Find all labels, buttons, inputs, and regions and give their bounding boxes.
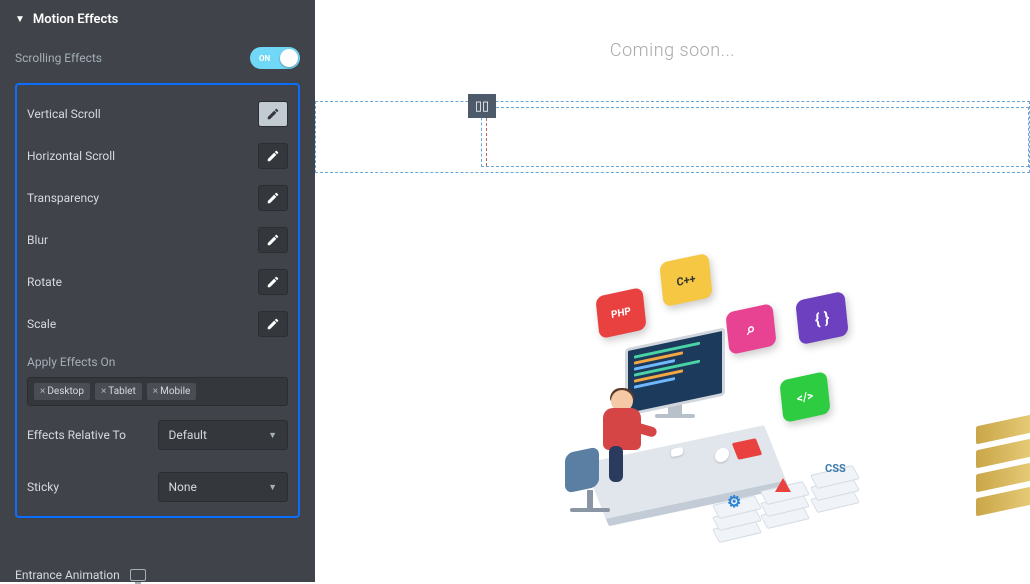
panel-body: Scrolling Effects ON Vertical Scroll Hor… bbox=[0, 39, 315, 554]
remove-icon: × bbox=[101, 386, 106, 397]
section-placeholder[interactable]: ▯▯ bbox=[315, 101, 1030, 173]
vertical-scroll-edit-button[interactable] bbox=[258, 101, 288, 127]
effects-relative-to-label: Effects Relative To bbox=[27, 428, 152, 442]
stack-gear-icon: ⚙ bbox=[713, 500, 761, 548]
php-card-icon: PHP bbox=[595, 287, 646, 339]
rotate-edit-button[interactable] bbox=[258, 269, 288, 295]
cpp-card-icon: C++ bbox=[659, 253, 713, 307]
horizontal-scroll-edit-button[interactable] bbox=[258, 143, 288, 169]
column-placeholder[interactable]: ▯▯ bbox=[481, 107, 1029, 167]
remove-icon: × bbox=[153, 386, 158, 397]
effect-row-blur: Blur bbox=[27, 219, 288, 261]
brace-card-icon: { } bbox=[795, 291, 849, 345]
effect-row-horizontal-scroll: Horizontal Scroll bbox=[27, 135, 288, 177]
panel-header-motion-effects[interactable]: ▼ Motion Effects bbox=[0, 0, 315, 39]
columns-icon: ▯▯ bbox=[475, 99, 489, 114]
toggle-on-label: ON bbox=[259, 54, 270, 63]
pencil-icon bbox=[266, 107, 280, 121]
effect-row-transparency: Transparency bbox=[27, 177, 288, 219]
stack-triangle-icon bbox=[761, 486, 809, 534]
effect-row-scale: Scale bbox=[27, 303, 288, 345]
stack-css-icon: CSS bbox=[811, 470, 859, 518]
caret-down-icon: ▼ bbox=[268, 482, 277, 493]
caret-down-icon: ▼ bbox=[268, 430, 277, 441]
apply-effects-on-input[interactable]: ×Desktop ×Tablet ×Mobile bbox=[27, 377, 288, 406]
remove-icon: × bbox=[40, 386, 45, 397]
sticky-label: Sticky bbox=[27, 480, 152, 494]
scale-edit-button[interactable] bbox=[258, 311, 288, 337]
transparency-label: Transparency bbox=[27, 191, 99, 205]
effects-group: Vertical Scroll Horizontal Scroll Transp… bbox=[15, 83, 300, 518]
scrolling-effects-row: Scrolling Effects ON bbox=[15, 39, 300, 83]
scrolling-effects-label: Scrolling Effects bbox=[15, 51, 102, 65]
sticky-row: Sticky None ▼ bbox=[27, 454, 288, 508]
entrance-animation-label: Entrance Animation bbox=[15, 568, 120, 582]
effect-row-vertical-scroll: Vertical Scroll bbox=[27, 93, 288, 135]
horizontal-scroll-label: Horizontal Scroll bbox=[27, 149, 115, 163]
pencil-icon bbox=[266, 149, 280, 163]
scrolling-effects-toggle[interactable]: ON bbox=[250, 47, 300, 69]
pencil-icon bbox=[266, 233, 280, 247]
blur-edit-button[interactable] bbox=[258, 227, 288, 253]
pencil-icon bbox=[266, 317, 280, 331]
sticky-value: None bbox=[169, 480, 197, 494]
gold-text-decoration bbox=[976, 420, 1030, 520]
rotate-label: Rotate bbox=[27, 275, 62, 289]
effects-relative-to-row: Effects Relative To Default ▼ bbox=[27, 406, 288, 454]
chip-desktop[interactable]: ×Desktop bbox=[34, 383, 90, 400]
effects-relative-to-select[interactable]: Default ▼ bbox=[158, 420, 289, 450]
chip-tablet[interactable]: ×Tablet bbox=[95, 383, 142, 400]
code-card-icon: </> bbox=[779, 371, 830, 423]
apply-effects-on-label: Apply Effects On bbox=[27, 345, 288, 377]
blur-label: Blur bbox=[27, 233, 48, 247]
effects-relative-to-value: Default bbox=[169, 428, 207, 442]
transparency-edit-button[interactable] bbox=[258, 185, 288, 211]
column-handle[interactable]: ▯▯ bbox=[468, 94, 496, 118]
pencil-icon bbox=[266, 275, 280, 289]
pencil-icon bbox=[266, 191, 280, 205]
search-card-icon: ⌕ bbox=[725, 303, 776, 355]
sidebar-panel: ▼ Motion Effects Scrolling Effects ON Ve… bbox=[0, 0, 315, 582]
editor-canvas[interactable]: Coming soon... ▯▯ PHP C++ ⌕ { } </> bbox=[315, 0, 1030, 582]
toggle-knob-icon bbox=[280, 49, 298, 67]
panel-title: Motion Effects bbox=[33, 12, 118, 27]
page-title: Coming soon... bbox=[315, 0, 1030, 91]
desktop-icon bbox=[130, 569, 146, 581]
sticky-select[interactable]: None ▼ bbox=[158, 472, 289, 502]
effect-row-rotate: Rotate bbox=[27, 261, 288, 303]
scale-label: Scale bbox=[27, 317, 56, 331]
caret-down-icon: ▼ bbox=[15, 14, 25, 25]
entrance-animation-row[interactable]: Entrance Animation bbox=[0, 554, 315, 582]
illustration-image: PHP C++ ⌕ { } </> ⚙ bbox=[535, 260, 875, 560]
chip-mobile[interactable]: ×Mobile bbox=[147, 383, 197, 400]
chair-icon bbox=[565, 450, 615, 510]
vertical-scroll-label: Vertical Scroll bbox=[27, 107, 101, 121]
